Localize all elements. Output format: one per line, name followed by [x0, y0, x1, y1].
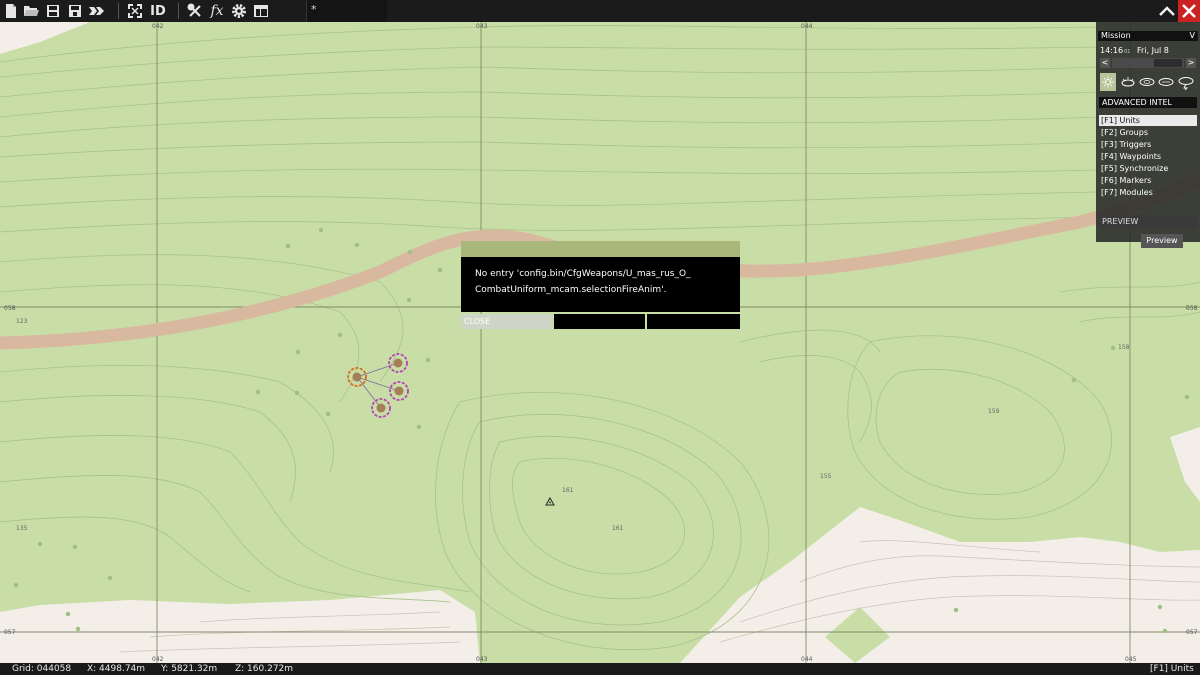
mode-units[interactable]: [F1] Units: [1099, 115, 1197, 126]
new-file-icon[interactable]: [2, 2, 20, 20]
close-dialog-button[interactable]: CLOSE: [461, 314, 552, 329]
elevation-label: 159: [988, 408, 1000, 415]
id-toggle-icon[interactable]: ID: [148, 2, 168, 20]
dialog-button-2[interactable]: [554, 314, 645, 329]
map-view[interactable]: 042 043 044 042 043 044 045 058 057 058 …: [0, 22, 1200, 663]
error-message-line-2: CombatUniform_mcam.selectionFireAnim'.: [475, 285, 667, 295]
time-prev-label: <: [1101, 58, 1109, 67]
close-button[interactable]: [1178, 0, 1200, 22]
time-next-button[interactable]: >: [1186, 58, 1196, 68]
error-message-line-1: No entry 'config.bin/CfgWeapons/U_mas_ru…: [475, 269, 691, 279]
editor-side-panel: Mission V 14:1601 Fri, Jul 8 < > ADVANCE…: [1096, 22, 1200, 248]
error-dialog-body: No entry 'config.bin/CfgWeapons/U_mas_ru…: [461, 257, 740, 312]
grid-label-left-058: 058: [4, 305, 16, 312]
grid-label-right-057: 057: [1186, 629, 1198, 636]
grid-label-top-044: 044: [801, 23, 813, 30]
error-dialog: No entry 'config.bin/CfgWeapons/U_mas_ru…: [461, 241, 740, 329]
mission-time-seconds: 01: [1124, 49, 1131, 55]
mission-header[interactable]: Mission V: [1098, 31, 1198, 41]
weather-cloudy-icon[interactable]: [1139, 76, 1155, 88]
weather-partly-cloudy-icon[interactable]: [1120, 76, 1136, 88]
mode-waypoints[interactable]: [F4] Waypoints: [1099, 151, 1197, 162]
grid-label-bottom-044: 044: [801, 656, 813, 663]
mission-time-row: 14:1601 Fri, Jul 8: [1100, 46, 1169, 55]
save-icon[interactable]: [44, 2, 62, 20]
mode-groups[interactable]: [F2] Groups: [1099, 127, 1197, 138]
close-dialog-label: CLOSE: [464, 317, 491, 326]
time-prev-button[interactable]: <: [1100, 58, 1110, 68]
layout-icon[interactable]: [252, 2, 270, 20]
elevation-label: 158: [1118, 344, 1130, 351]
mode-markers[interactable]: [F6] Markers: [1099, 175, 1197, 186]
preview-header-label: PREVIEW: [1102, 217, 1139, 226]
time-next-label: >: [1187, 58, 1195, 67]
mission-label: Mission: [1101, 31, 1131, 40]
grid-label-top-042: 042: [152, 23, 164, 30]
elevation-label: 161: [612, 525, 624, 532]
editor-toolbar: ID fx *: [0, 0, 1200, 22]
close-icon: [1182, 4, 1196, 18]
grid-label-bottom-045: 045: [1125, 656, 1137, 663]
mode-triggers[interactable]: [F3] Triggers: [1099, 139, 1197, 150]
status-grid: Grid: 044058: [12, 664, 72, 674]
status-x: X: 4498.74m: [87, 664, 146, 674]
functions-icon[interactable]: fx: [208, 2, 226, 20]
grid-label-bottom-043: 043: [476, 656, 488, 663]
preview-header: PREVIEW: [1099, 215, 1197, 229]
status-bar: Grid: 044058 X: 4498.74m Y: 5821.32m Z: …: [0, 663, 1200, 675]
weather-sunny-icon[interactable]: [1100, 73, 1116, 91]
mission-date: Fri, Jul 8: [1136, 46, 1169, 55]
mode-synchronize[interactable]: [F5] Synchronize: [1099, 163, 1197, 174]
save-as-icon[interactable]: [66, 2, 84, 20]
mission-tab[interactable]: *: [306, 0, 387, 22]
status-mode: [F1] Units: [1150, 664, 1194, 674]
mode-modules[interactable]: [F7] Modules: [1099, 187, 1197, 198]
advanced-intel-button[interactable]: ADVANCED INTEL: [1099, 97, 1197, 108]
tools-icon[interactable]: [186, 2, 204, 20]
time-slider[interactable]: [1112, 58, 1184, 68]
elevation-label: 135: [16, 525, 28, 532]
grid-label-top-043: 043: [476, 23, 488, 30]
elevation-label: 123: [16, 318, 28, 325]
mission-time: 14:16: [1100, 46, 1124, 55]
weather-overcast-icon[interactable]: [1158, 76, 1174, 88]
mission-toggle[interactable]: V: [1190, 31, 1195, 41]
weather-storm-icon[interactable]: [1177, 76, 1195, 91]
functions-label: fx: [210, 3, 224, 19]
elevation-label: 155: [820, 473, 832, 480]
preview-button-label: Preview: [1146, 236, 1178, 245]
dialog-button-3[interactable]: [647, 314, 740, 329]
open-folder-icon[interactable]: [22, 2, 40, 20]
export-icon[interactable]: [88, 2, 106, 20]
grid-label-bottom-042: 042: [152, 656, 164, 663]
mission-tab-label: *: [311, 3, 317, 16]
grid-label-left-057: 057: [4, 629, 16, 636]
elevation-label: 161: [562, 487, 574, 494]
settings-icon[interactable]: [230, 2, 248, 20]
id-toggle-label: ID: [150, 3, 166, 19]
status-z: Z: 160.272m: [235, 664, 294, 674]
toolbar-separator: [118, 3, 119, 19]
toolbar-separator: [178, 3, 179, 19]
error-dialog-title-bar[interactable]: [461, 241, 740, 257]
minimize-button[interactable]: [1156, 0, 1177, 22]
preview-button[interactable]: Preview: [1141, 234, 1183, 248]
grid-label-right-058: 058: [1186, 305, 1198, 312]
status-y: Y: 5821.32m: [161, 664, 218, 674]
center-view-icon[interactable]: [126, 2, 144, 20]
advanced-intel-label: ADVANCED INTEL: [1102, 98, 1172, 107]
time-slider-handle[interactable]: [1154, 59, 1182, 67]
